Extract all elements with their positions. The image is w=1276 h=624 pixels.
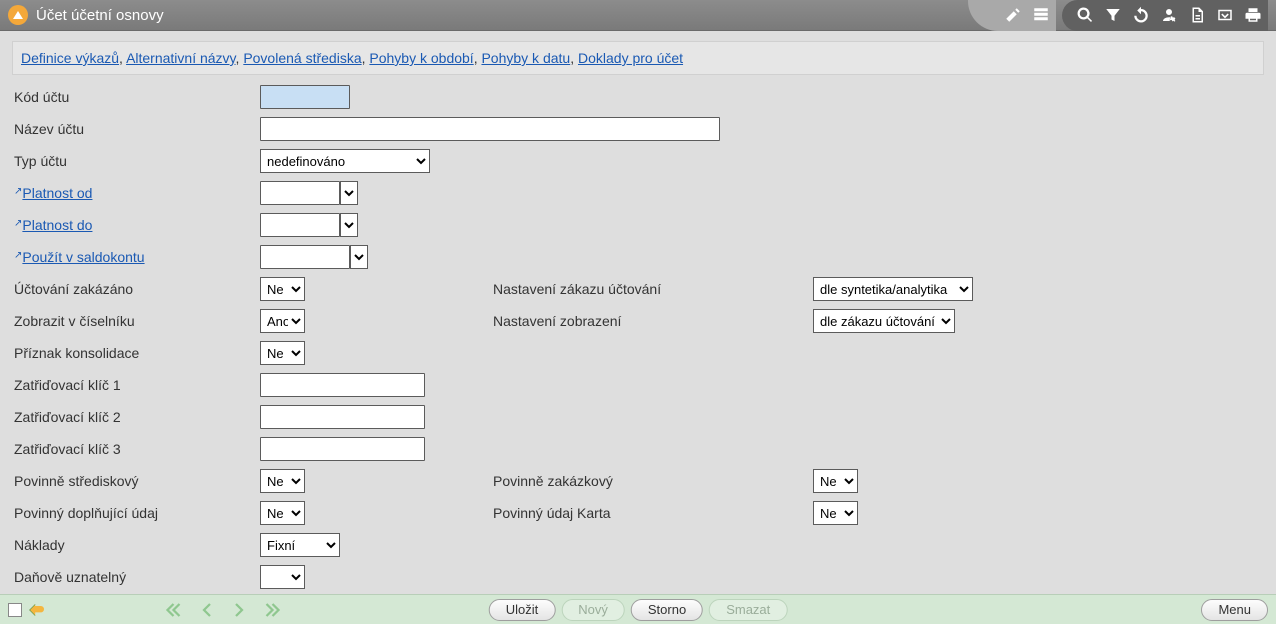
- label-nazev-uctu: Název účtu: [12, 121, 260, 137]
- link-pohyby-obdobi[interactable]: Pohyby k období: [369, 50, 473, 66]
- document-icon[interactable]: [1188, 6, 1206, 24]
- label-uctovani-zakazano: Účtování zakázáno: [12, 281, 260, 297]
- user-gear-icon[interactable]: [1160, 6, 1178, 24]
- select-pouzit-saldo[interactable]: [350, 245, 368, 269]
- nav-prev-icon[interactable]: [198, 601, 216, 619]
- select-typ-uctu[interactable]: nedefinováno: [260, 149, 430, 173]
- label-link-platnost-do[interactable]: Platnost do: [22, 217, 92, 233]
- label-povinny-doplnujici: Povinný doplňující údaj: [12, 505, 260, 521]
- label-naklady: Náklady: [12, 537, 260, 553]
- select-povinne-strediskovy[interactable]: Ne: [260, 469, 305, 493]
- input-platnost-do[interactable]: [260, 213, 340, 237]
- select-nastaveni-zobrazeni[interactable]: dle zákazu účtování: [813, 309, 955, 333]
- label-kod-uctu: Kód účtu: [12, 89, 260, 105]
- print-icon[interactable]: [1244, 6, 1262, 24]
- link-doklady[interactable]: Doklady pro účet: [578, 50, 683, 66]
- select-nastaveni-zakazu[interactable]: dle syntetika/analytika: [813, 277, 973, 301]
- grid-icon[interactable]: [1032, 6, 1050, 24]
- export-icon[interactable]: [1216, 6, 1234, 24]
- edit-icon[interactable]: [1004, 6, 1022, 24]
- nav-next-icon[interactable]: [230, 601, 248, 619]
- select-platnost-od[interactable]: [340, 181, 358, 205]
- label-typ-uctu: Typ účtu: [12, 153, 260, 169]
- label-nastaveni-zobrazeni: Nastavení zobrazení: [493, 313, 813, 329]
- select-priznak[interactable]: Ne: [260, 341, 305, 365]
- label-povinne-zakazkovy: Povinně zakázkový: [493, 473, 813, 489]
- nav-first-icon[interactable]: [166, 601, 184, 619]
- input-zatrid3[interactable]: [260, 437, 425, 461]
- app-logo: [8, 5, 28, 25]
- link-pohyby-datu[interactable]: Pohyby k datu: [481, 50, 570, 66]
- label-zobrazit-ciselnik: Zobrazit v číselníku: [12, 313, 260, 329]
- link-povolena[interactable]: Povolená střediska: [243, 50, 361, 66]
- label-povinny-karta: Povinný údaj Karta: [493, 505, 813, 521]
- label-nastaveni-zakazu: Nastavení zákazu účtování: [493, 281, 813, 297]
- nav-last-icon[interactable]: [262, 601, 280, 619]
- select-naklady[interactable]: Fixní: [260, 533, 340, 557]
- select-povinny-karta[interactable]: Ne: [813, 501, 858, 525]
- label-priznak: Příznak konsolidace: [12, 345, 260, 361]
- delete-button: Smazat: [709, 599, 787, 621]
- search-icon[interactable]: [1076, 6, 1094, 24]
- cancel-button[interactable]: Storno: [631, 599, 703, 621]
- window-title: Účet účetní osnovy: [36, 7, 164, 24]
- select-platnost-do[interactable]: [340, 213, 358, 237]
- select-danove[interactable]: [260, 565, 305, 589]
- label-zatrid3: Zatřiďovací klíč 3: [12, 441, 260, 457]
- toolbar-curve: [968, 0, 998, 31]
- select-povinne-zakazkovy[interactable]: Ne: [813, 469, 858, 493]
- input-kod-uctu[interactable]: [260, 85, 350, 109]
- link-definice[interactable]: Definice výkazů: [21, 50, 119, 66]
- link-row: Definice výkazů, Alternativní názvy, Pov…: [12, 41, 1264, 75]
- filter-icon[interactable]: [1104, 6, 1122, 24]
- label-danove: Daňově uznatelný: [12, 569, 260, 585]
- label-link-platnost-od[interactable]: Platnost od: [22, 185, 92, 201]
- save-button[interactable]: Uložit: [489, 599, 556, 621]
- refresh-icon[interactable]: [1132, 6, 1150, 24]
- input-zatrid1[interactable]: [260, 373, 425, 397]
- label-zatrid2: Zatřiďovací klíč 2: [12, 409, 260, 425]
- footer-back-icon[interactable]: [26, 602, 46, 618]
- input-pouzit-saldo[interactable]: [260, 245, 350, 269]
- input-zatrid2[interactable]: [260, 405, 425, 429]
- input-platnost-od[interactable]: [260, 181, 340, 205]
- select-uctovani-zakazano[interactable]: Ne: [260, 277, 305, 301]
- link-alternativni[interactable]: Alternativní názvy: [126, 50, 235, 66]
- label-link-pouzit-saldo[interactable]: Použít v saldokontu: [22, 249, 144, 265]
- select-zobrazit-ciselnik[interactable]: Ano: [260, 309, 305, 333]
- new-button: Nový: [561, 599, 625, 621]
- footer-checkbox[interactable]: [8, 603, 22, 617]
- menu-button[interactable]: Menu: [1201, 599, 1268, 621]
- label-zatrid1: Zatřiďovací klíč 1: [12, 377, 260, 393]
- label-povinne-strediskovy: Povinně střediskový: [12, 473, 260, 489]
- input-nazev-uctu[interactable]: [260, 117, 720, 141]
- select-povinny-doplnujici[interactable]: Ne: [260, 501, 305, 525]
